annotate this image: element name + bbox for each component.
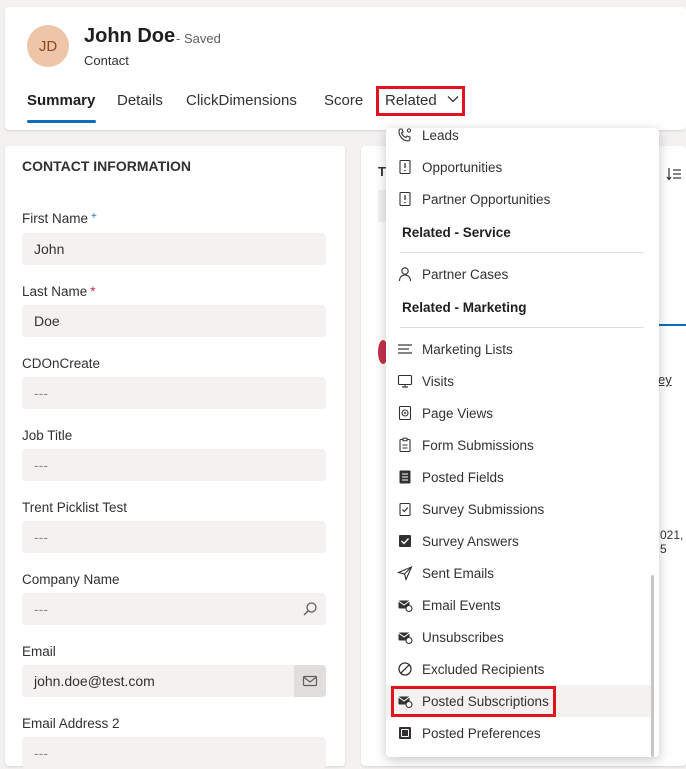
sort-icon[interactable] [666, 166, 682, 182]
menu-item-form-submissions[interactable]: Form Submissions [386, 429, 651, 461]
section-title: CONTACT INFORMATION [22, 158, 192, 174]
menu-item-marketing-lists[interactable]: Marketing Lists [386, 333, 651, 365]
menu-item-survey-answers[interactable]: Survey Answers [386, 525, 651, 557]
page-view-icon [398, 405, 412, 421]
tab-details[interactable]: Details [117, 92, 163, 109]
form-icon [399, 470, 411, 484]
send-icon [397, 565, 413, 581]
tab-clickdimensions[interactable]: ClickDimensions [186, 92, 297, 109]
menu-group-header-marketing: Related - Marketing [402, 300, 527, 315]
timeline-tab-indicator-fragment [659, 324, 686, 326]
record-name: John Doe [84, 25, 176, 47]
related-dropdown-menu: Leads Opportunities Partner Opportunitie… [386, 128, 659, 757]
menu-item-page-views[interactable]: Page Views [386, 397, 651, 429]
avatar: JD [27, 25, 69, 67]
email-event-icon [398, 600, 413, 613]
email-address-2-label: Email Address 2 [22, 716, 120, 731]
menu-item-visits[interactable]: Visits [386, 365, 651, 397]
last-name-label: Last Name * [22, 284, 96, 299]
email-value: john.doe@test.com [34, 673, 155, 689]
menu-item-unsubscribes[interactable]: Unsubscribes [386, 621, 651, 653]
menu-divider [400, 252, 644, 253]
timeline-date-fragment: 021, 5 [660, 528, 684, 556]
menu-divider [400, 327, 644, 328]
menu-item-survey-submissions[interactable]: Survey Submissions [386, 493, 651, 525]
list-icon [398, 344, 412, 354]
person-icon [398, 267, 412, 282]
email-event-icon [398, 632, 413, 645]
menu-item-leads[interactable]: Leads [386, 128, 651, 151]
opportunity-icon [399, 191, 411, 207]
email-field[interactable]: john.doe@test.com [22, 665, 326, 697]
email-label: Email [22, 644, 56, 659]
menu-item-partner-opportunities[interactable]: Partner Opportunities [386, 183, 651, 215]
menu-item-posted-fields[interactable]: Posted Fields [386, 461, 651, 493]
monitor-icon [397, 374, 413, 388]
timeline-link-fragment[interactable]: ey [658, 372, 672, 387]
menu-item-opportunities[interactable]: Opportunities [386, 151, 651, 183]
timeline-search-fragment [378, 190, 386, 222]
trent-picklist-field[interactable]: --- [22, 521, 326, 553]
preferences-icon [399, 727, 411, 739]
job-title-field[interactable]: --- [22, 449, 326, 481]
timeline-title-fragment: T [378, 164, 386, 179]
posted-subscriptions-highlight [391, 686, 556, 717]
cdoncreate-field[interactable]: --- [22, 377, 326, 409]
block-icon [398, 662, 412, 676]
job-title-label: Job Title [22, 428, 73, 443]
mail-icon [302, 675, 318, 687]
opportunity-icon [399, 159, 411, 175]
entity-type: Contact [84, 53, 129, 68]
menu-item-sent-emails[interactable]: Sent Emails [386, 557, 651, 589]
menu-item-excluded-recipients[interactable]: Excluded Recipients [386, 653, 651, 685]
first-name-field[interactable]: John [22, 233, 326, 265]
company-name-label: Company Name [22, 572, 120, 587]
search-icon[interactable] [302, 601, 318, 617]
first-name-label: First Name + [22, 211, 97, 226]
send-email-button[interactable] [294, 665, 326, 697]
menu-group-header-service: Related - Service [402, 225, 511, 240]
phone-person-icon [398, 128, 412, 142]
company-name-field[interactable]: --- [22, 593, 326, 625]
saved-status: - Saved [176, 31, 221, 46]
related-tab-highlight [376, 86, 465, 116]
tab-score[interactable]: Score [324, 92, 363, 109]
survey-icon [399, 502, 411, 517]
email-address-2-field[interactable]: --- [22, 737, 326, 769]
menu-item-email-events[interactable]: Email Events [386, 589, 651, 621]
clipboard-icon [399, 437, 411, 453]
tab-summary[interactable]: Summary [27, 92, 95, 109]
menu-scrollbar[interactable] [651, 575, 654, 757]
menu-item-posted-preferences[interactable]: Posted Preferences [386, 717, 651, 749]
active-tab-indicator [27, 120, 96, 123]
checkbox-icon [399, 535, 411, 547]
menu-item-partner-cases[interactable]: Partner Cases [386, 258, 651, 290]
cdoncreate-label: CDOnCreate [22, 356, 101, 371]
company-name-value: --- [34, 601, 48, 617]
trent-picklist-label: Trent Picklist Test [22, 500, 128, 515]
last-name-field[interactable]: Doe [22, 305, 326, 337]
